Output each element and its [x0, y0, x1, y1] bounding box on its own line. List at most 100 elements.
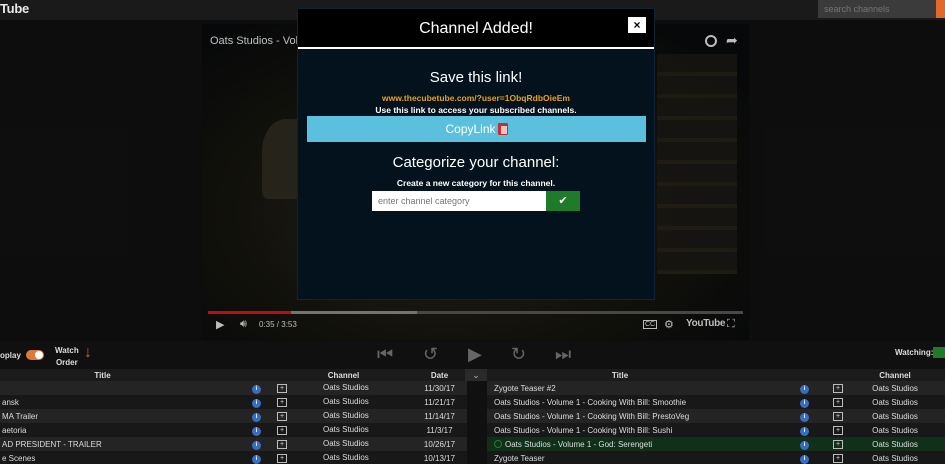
row-channel[interactable]: Oats Studios [845, 451, 945, 464]
add-to-queue-icon[interactable]: + [833, 412, 843, 421]
info-icon[interactable]: i [252, 384, 261, 394]
watch-order-label[interactable]: Watch Order [55, 345, 79, 369]
row-title[interactable]: Zygote Teaser #2 [494, 384, 556, 393]
table-row[interactable]: Oats Studios - Volume 1 - God: Serengeti… [487, 437, 945, 451]
watching-label: Watching: [895, 348, 934, 357]
modal-header: Channel Added! × [298, 9, 654, 49]
add-to-queue-icon[interactable]: + [277, 412, 287, 421]
row-date: 11/21/17 [412, 395, 467, 409]
copy-link-button[interactable]: CopyLink [307, 116, 646, 142]
row-channel[interactable]: Oats Studios [323, 439, 369, 448]
add-to-queue-icon[interactable]: + [833, 426, 843, 435]
table-row[interactable]: ansk i + Oats Studios 11/21/17 [0, 395, 467, 409]
row-channel[interactable]: Oats Studios [323, 383, 369, 392]
add-to-queue-icon[interactable]: + [277, 440, 287, 449]
categorize-help: Create a new category for this channel. [396, 178, 556, 188]
column-header-title[interactable]: Title [0, 369, 205, 381]
skip-next-icon[interactable]: ⏭ [555, 344, 571, 365]
table-row[interactable]: AD PRESIDENT - TRAILER i + Oats Studios 10/2… [0, 437, 467, 451]
row-title[interactable]: e Scenes [0, 451, 205, 464]
chevron-down-icon[interactable]: ⌄ [465, 369, 487, 381]
row-channel[interactable]: Oats Studios [845, 409, 945, 423]
add-to-queue-icon[interactable]: + [833, 454, 843, 463]
row-channel[interactable]: Oats Studios [323, 397, 369, 406]
row-title[interactable]: Zygote Teaser [494, 454, 545, 463]
table-row[interactable]: e Scenes i + Oats Studios 10/13/17 [0, 451, 467, 464]
channel-link[interactable]: www.thecubetube.com/?user=1ObqRdbOieEm [298, 93, 654, 103]
row-title[interactable]: Oats Studios - Volume 1 - Cooking With B… [494, 412, 689, 421]
watching-toggle[interactable] [933, 347, 945, 358]
row-title[interactable]: Oats Studios - Volume 1 - God: Serengeti [505, 440, 652, 449]
save-link-heading: Save this link! [429, 69, 523, 86]
column-header-date[interactable]: Date [412, 369, 467, 381]
info-icon[interactable]: i [252, 454, 261, 464]
add-to-queue-icon[interactable]: + [277, 454, 287, 463]
submit-category-button[interactable]: ✔ [546, 191, 580, 211]
row-title[interactable]: Oats Studios - Volume 1 - Cooking With B… [494, 398, 686, 407]
search-button[interactable] [936, 0, 945, 18]
row-channel[interactable]: Oats Studios [845, 423, 945, 437]
clipboard-icon [497, 123, 508, 135]
now-playing-icon [494, 440, 502, 449]
info-icon[interactable]: i [800, 384, 809, 394]
play-icon[interactable]: ▶ [468, 344, 482, 365]
search-input[interactable] [818, 0, 936, 18]
info-icon[interactable]: i [800, 426, 809, 436]
watch-order-line1: Watch [55, 346, 79, 355]
copy-link-label: CopyLink [445, 122, 496, 136]
table-row[interactable]: i + Oats Studios 11/30/17 [0, 381, 467, 395]
column-header-title[interactable]: Title [487, 369, 753, 381]
category-input[interactable] [372, 191, 546, 211]
info-icon[interactable]: i [252, 398, 261, 408]
row-channel[interactable]: Oats Studios [845, 395, 945, 409]
table-row[interactable]: Zygote Teaser i + Oats Studios [487, 451, 945, 464]
table-row[interactable]: aetoria i + Oats Studios 11/3/17 [0, 423, 467, 437]
row-title[interactable]: AD PRESIDENT - TRAILER [0, 437, 205, 451]
row-channel[interactable]: Oats Studios [323, 453, 369, 462]
add-to-queue-icon[interactable]: + [277, 426, 287, 435]
autoplay-toggle[interactable] [26, 350, 44, 360]
add-to-queue-icon[interactable]: + [833, 398, 843, 407]
add-to-queue-icon[interactable]: + [277, 398, 287, 407]
row-date: 10/26/17 [412, 437, 467, 451]
sort-arrow-down-icon[interactable]: ↓ [84, 344, 92, 362]
row-title[interactable]: Oats Studios - Volume 1 - Cooking With B… [494, 426, 672, 435]
replay-icon[interactable]: ↺ [423, 344, 438, 365]
row-channel[interactable]: Oats Studios [845, 437, 945, 451]
categorize-heading: Categorize your channel: [392, 154, 560, 171]
info-icon[interactable]: i [800, 398, 809, 408]
redo-icon[interactable]: ↻ [511, 344, 526, 365]
close-button[interactable]: × [628, 17, 646, 33]
autoplay-label: oplay [0, 351, 21, 360]
add-to-queue-icon[interactable]: + [833, 384, 843, 393]
skip-previous-icon[interactable]: ⏮ [377, 344, 393, 365]
row-channel[interactable]: Oats Studios [323, 411, 369, 420]
info-icon[interactable]: i [252, 440, 261, 450]
info-icon[interactable]: i [800, 440, 809, 450]
info-icon[interactable]: i [252, 412, 261, 422]
info-icon[interactable]: i [800, 412, 809, 422]
info-icon[interactable]: i [252, 426, 261, 436]
info-icon[interactable]: i [800, 454, 809, 464]
row-title[interactable] [0, 381, 205, 395]
row-date: 11/14/17 [412, 409, 467, 423]
table-row[interactable]: Oats Studios - Volume 1 - Cooking With B… [487, 409, 945, 423]
row-title[interactable]: aetoria [0, 423, 205, 437]
channel-added-modal: Channel Added! × Save this link! www.the… [297, 8, 655, 300]
modal-title: Channel Added! [419, 20, 533, 37]
table-row[interactable]: Oats Studios - Volume 1 - Cooking With B… [487, 395, 945, 409]
table-row[interactable]: Zygote Teaser #2 i + Oats Studios [487, 381, 945, 395]
app-logo[interactable]: Tube [0, 1, 29, 16]
save-link-help: Use this link to access your subscribed … [375, 105, 577, 115]
row-title[interactable]: MA Trailer [0, 409, 205, 423]
row-channel[interactable]: Oats Studios [845, 381, 945, 395]
add-to-queue-icon[interactable]: + [833, 440, 843, 449]
row-date: 11/30/17 [412, 381, 467, 395]
table-row[interactable]: Oats Studios - Volume 1 - Cooking With B… [487, 423, 945, 437]
column-header-channel[interactable]: Channel [275, 369, 412, 381]
add-to-queue-icon[interactable]: + [277, 384, 287, 393]
row-channel[interactable]: Oats Studios [323, 425, 369, 434]
row-title[interactable]: ansk [0, 395, 205, 409]
table-row[interactable]: MA Trailer i + Oats Studios 11/14/17 [0, 409, 467, 423]
column-header-channel[interactable]: Channel [845, 369, 945, 381]
